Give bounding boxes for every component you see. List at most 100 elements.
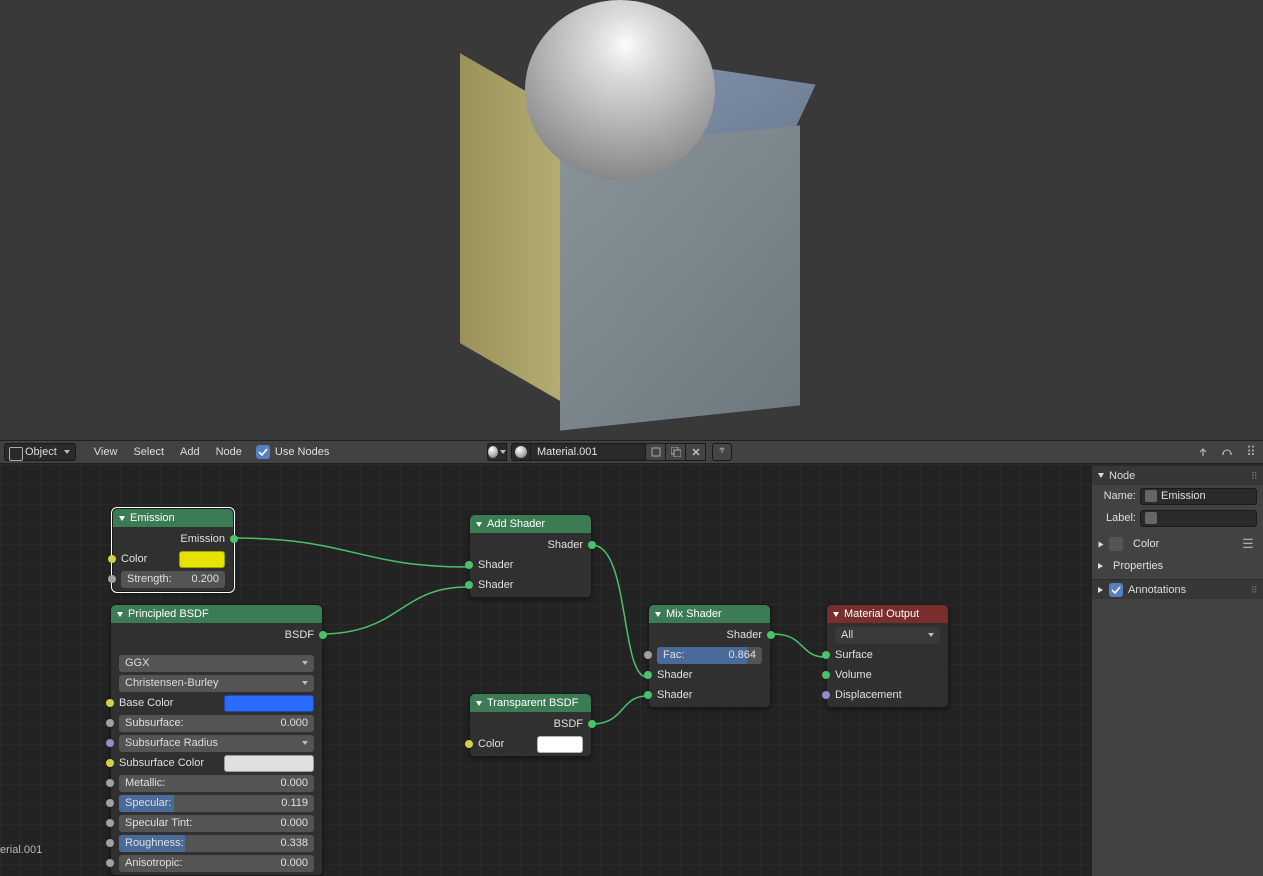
material-name-field[interactable]: Material.001 — [531, 443, 646, 461]
socket-out-emission[interactable]: Emission — [113, 529, 233, 549]
new-material-button[interactable] — [666, 443, 686, 461]
node-label-field[interactable] — [1140, 510, 1257, 527]
node-editor-canvas[interactable]: Emission Emission Color Strength: 0.200 — [0, 464, 1263, 876]
socket-out-bsdf[interactable]: BSDF — [111, 625, 322, 645]
node-add-shader[interactable]: Add Shader Shader Shader Shader — [469, 514, 592, 598]
checkbox-checked-icon[interactable] — [1109, 583, 1123, 597]
socket-in-specular-tint[interactable]: Specular Tint:0.000 — [111, 813, 322, 833]
socket-dot-icon[interactable] — [465, 581, 473, 589]
socket-in-shader-2[interactable]: Shader — [649, 685, 770, 705]
fac-slider[interactable]: Fac:0.864 — [657, 647, 762, 664]
node-emission[interactable]: Emission Emission Color Strength: 0.200 — [112, 508, 234, 592]
pin-icon-button[interactable] — [712, 443, 732, 461]
use-nodes-toggle[interactable]: Use Nodes — [256, 445, 329, 459]
socket-dot-icon[interactable] — [319, 631, 327, 639]
anisotropic-slider[interactable]: Anisotropic:0.000 — [119, 855, 314, 872]
node-header[interactable]: Principled BSDF — [111, 605, 322, 623]
pin-button[interactable] — [646, 443, 666, 461]
menu-add[interactable]: Add — [172, 446, 208, 458]
node-name-field[interactable]: Emission — [1140, 488, 1257, 505]
menu-node[interactable]: Node — [208, 446, 250, 458]
color-swatch[interactable] — [224, 755, 314, 772]
snap-button[interactable] — [1217, 443, 1237, 461]
checkbox-unchecked-icon[interactable] — [1109, 537, 1123, 551]
socket-out-bsdf[interactable]: BSDF — [470, 714, 591, 734]
socket-in-specular[interactable]: Specular:0.119 — [111, 793, 322, 813]
editor-mode-dropdown[interactable]: Object — [4, 443, 76, 461]
socket-dot-icon[interactable] — [106, 859, 114, 867]
panel-header-node[interactable]: Node ⠿ — [1092, 465, 1263, 485]
node-principled-bsdf[interactable]: Principled BSDF BSDF GGX Christensen-Bur… — [110, 604, 323, 876]
node-header[interactable]: Emission — [113, 509, 233, 527]
roughness-slider[interactable]: Roughness:0.338 — [119, 835, 314, 852]
socket-dot-icon[interactable] — [230, 535, 238, 543]
node-material-output[interactable]: Material Output All Surface Volume Displ… — [826, 604, 949, 708]
node-header[interactable]: Add Shader — [470, 515, 591, 533]
socket-dot-icon[interactable] — [108, 555, 116, 563]
socket-dot-icon[interactable] — [822, 671, 830, 679]
socket-out-shader[interactable]: Shader — [470, 535, 591, 555]
subsurface-method-dropdown[interactable]: Christensen-Burley — [111, 673, 322, 693]
socket-out-shader[interactable]: Shader — [649, 625, 770, 645]
socket-dot-icon[interactable] — [465, 561, 473, 569]
node-transparent-bsdf[interactable]: Transparent BSDF BSDF Color — [469, 693, 592, 757]
socket-in-strength[interactable]: Strength: 0.200 — [113, 569, 233, 589]
socket-in-subsurface-radius[interactable]: Subsurface Radius — [111, 733, 322, 753]
shading-type-dropdown[interactable] — [487, 443, 507, 461]
viewport-3d[interactable] — [0, 0, 1263, 440]
list-options-icon[interactable]: ☰ — [1239, 536, 1257, 552]
specular-tint-slider[interactable]: Specular Tint:0.000 — [119, 815, 314, 832]
socket-in-color[interactable]: Color — [470, 734, 591, 754]
socket-in-base-color[interactable]: Base Color — [111, 693, 322, 713]
color-swatch[interactable] — [224, 695, 314, 712]
socket-in-subsurface-color[interactable]: Subsurface Color — [111, 753, 322, 773]
node-header[interactable]: Mix Shader — [649, 605, 770, 623]
socket-dot-icon[interactable] — [822, 691, 830, 699]
parent-node-button[interactable] — [1193, 443, 1213, 461]
unlink-material-button[interactable] — [686, 443, 706, 461]
socket-dot-icon[interactable] — [106, 839, 114, 847]
distribution-dropdown[interactable]: GGX — [111, 653, 322, 673]
socket-in-metallic[interactable]: Metallic:0.000 — [111, 773, 322, 793]
socket-dot-icon[interactable] — [644, 671, 652, 679]
socket-in-volume[interactable]: Volume — [827, 665, 948, 685]
material-browse-button[interactable] — [511, 443, 531, 461]
output-target-dropdown[interactable]: All — [827, 625, 948, 645]
menu-view[interactable]: View — [86, 446, 126, 458]
panel-header-annotations[interactable]: Annotations ⠿ — [1092, 579, 1263, 599]
socket-dot-icon[interactable] — [108, 575, 116, 583]
socket-dot-icon[interactable] — [106, 799, 114, 807]
socket-dot-icon[interactable] — [106, 699, 114, 707]
socket-dot-icon[interactable] — [106, 719, 114, 727]
socket-in-subsurface[interactable]: Subsurface: 0.000 — [111, 713, 322, 733]
socket-dot-icon[interactable] — [106, 819, 114, 827]
socket-in-roughness[interactable]: Roughness:0.338 — [111, 833, 322, 853]
socket-in-fac[interactable]: Fac:0.864 — [649, 645, 770, 665]
panel-properties-row[interactable]: Properties — [1092, 555, 1263, 577]
grip-icon[interactable]: ⠿ — [1251, 471, 1259, 479]
node-header[interactable]: Material Output — [827, 605, 948, 623]
panel-color-row[interactable]: Color ☰ — [1092, 533, 1263, 555]
socket-in-shader-1[interactable]: Shader — [649, 665, 770, 685]
socket-in-color[interactable]: Color — [113, 549, 233, 569]
socket-dot-icon[interactable] — [106, 759, 114, 767]
socket-dot-icon[interactable] — [106, 779, 114, 787]
socket-in-surface[interactable]: Surface — [827, 645, 948, 665]
socket-dot-icon[interactable] — [465, 740, 473, 748]
socket-in-shader-1[interactable]: Shader — [470, 555, 591, 575]
socket-dot-icon[interactable] — [588, 720, 596, 728]
socket-in-shader-2[interactable]: Shader — [470, 575, 591, 595]
subsurface-slider[interactable]: Subsurface: 0.000 — [119, 715, 314, 732]
socket-dot-icon[interactable] — [644, 651, 652, 659]
socket-dot-icon[interactable] — [822, 651, 830, 659]
socket-dot-icon[interactable] — [588, 541, 596, 549]
socket-dot-icon[interactable] — [767, 631, 775, 639]
metallic-slider[interactable]: Metallic:0.000 — [119, 775, 314, 792]
strength-slider[interactable]: Strength: 0.200 — [121, 571, 225, 588]
socket-dot-icon[interactable] — [644, 691, 652, 699]
socket-dot-icon[interactable] — [106, 739, 114, 747]
specular-slider[interactable]: Specular:0.119 — [119, 795, 314, 812]
menu-select[interactable]: Select — [125, 446, 172, 458]
node-header[interactable]: Transparent BSDF — [470, 694, 591, 712]
color-swatch[interactable] — [179, 551, 225, 568]
